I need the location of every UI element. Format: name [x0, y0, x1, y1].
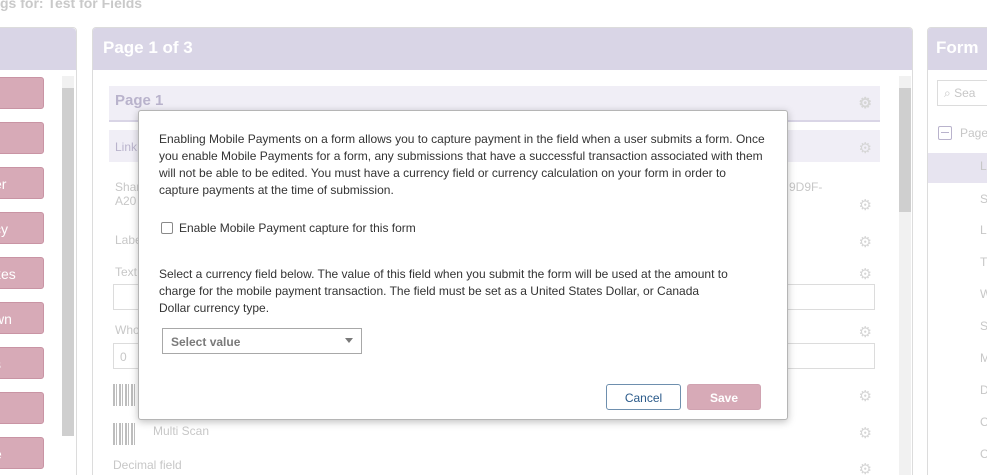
- currency-field-select[interactable]: Select value: [162, 328, 362, 354]
- palette-scroll-thumb[interactable]: [62, 88, 74, 436]
- palette-button-dropdown[interactable]: wn: [0, 302, 44, 334]
- tree-item[interactable]: C: [980, 415, 987, 429]
- field-value-right: 9D9F-: [789, 180, 823, 194]
- gear-icon[interactable]: ⚙: [859, 139, 872, 157]
- palette-button-7[interactable]: s: [0, 347, 44, 379]
- field-palette: er cy xes wn s e: [0, 27, 77, 475]
- tree-item[interactable]: W: [980, 287, 987, 301]
- tree-item[interactable]: S: [980, 192, 987, 206]
- cancel-button[interactable]: Cancel: [606, 384, 681, 410]
- collapse-icon[interactable]: [938, 126, 952, 140]
- palette-button-currency[interactable]: cy: [0, 212, 44, 244]
- tree-item[interactable]: L: [980, 223, 987, 237]
- palette-button-9[interactable]: e: [0, 437, 44, 469]
- palette-button-1[interactable]: [0, 77, 44, 109]
- form-tree-title: Form: [928, 28, 987, 70]
- tree-item[interactable]: D: [980, 383, 987, 397]
- palette-button-8[interactable]: [0, 392, 44, 424]
- tree-item[interactable]: L: [980, 159, 987, 173]
- search-icon: ⌕: [944, 86, 951, 100]
- tree-item[interactable]: S: [980, 319, 987, 333]
- tree-item[interactable]: M: [980, 351, 987, 365]
- tree-root-page[interactable]: Page: [960, 126, 987, 140]
- gear-icon[interactable]: ⚙: [859, 424, 872, 442]
- palette-header: [0, 28, 76, 70]
- gear-icon[interactable]: ⚙: [859, 387, 872, 405]
- field-row-multi-scan[interactable]: Multi Scan ⚙: [109, 424, 880, 442]
- mobile-payments-dialog: Enabling Mobile Payments on a form allow…: [138, 110, 788, 420]
- gear-icon[interactable]: ⚙: [859, 265, 872, 283]
- tree-selected-highlight: [928, 153, 987, 183]
- gear-icon[interactable]: ⚙: [859, 460, 872, 475]
- form-tree-panel: Form ⌕ Sea Page L S L T W S M D C C: [927, 27, 987, 475]
- barcode-icon: [113, 384, 135, 406]
- gear-icon[interactable]: ⚙: [859, 196, 872, 214]
- page-panel-scroll-thumb[interactable]: [899, 88, 911, 212]
- form-tree-search-input[interactable]: ⌕ Sea: [937, 80, 987, 106]
- field-label: Multi Scan: [153, 424, 210, 438]
- field-label: Link: [115, 140, 138, 154]
- enable-mobile-payment-option[interactable]: Enable Mobile Payment capture for this f…: [161, 221, 416, 235]
- tree-item[interactable]: C: [980, 447, 987, 461]
- field-label: Text: [115, 265, 138, 279]
- dialog-intro-text: Enabling Mobile Payments on a form allow…: [159, 132, 765, 197]
- palette-button-checkboxes[interactable]: xes: [0, 257, 44, 289]
- field-row-decimal[interactable]: Decimal field ⚙: [109, 458, 880, 475]
- gear-icon[interactable]: ⚙: [859, 323, 872, 341]
- search-placeholder: Sea: [954, 86, 976, 100]
- page-subheader-label: Page 1: [115, 92, 164, 109]
- tree-item[interactable]: T: [980, 255, 987, 269]
- gear-icon[interactable]: ⚙: [859, 94, 872, 112]
- page-panel-title: Page 1 of 3: [93, 28, 912, 70]
- field-label: Who: [115, 323, 140, 337]
- palette-button-2[interactable]: [0, 122, 44, 154]
- gear-icon[interactable]: ⚙: [859, 233, 872, 251]
- currency-select-value: Select value: [171, 335, 241, 349]
- field-label: Decimal field: [113, 458, 182, 472]
- save-button[interactable]: Save: [687, 384, 761, 410]
- page-title: gs for: Test for Fields: [0, 0, 143, 11]
- currency-instructions-text: Select a currency field below. The value…: [159, 267, 728, 315]
- enable-mobile-payment-label[interactable]: Enable Mobile Payment capture for this f…: [179, 221, 416, 235]
- chevron-down-icon: [345, 338, 353, 343]
- palette-button-number[interactable]: er: [0, 167, 44, 199]
- enable-mobile-payment-checkbox[interactable]: [161, 222, 173, 234]
